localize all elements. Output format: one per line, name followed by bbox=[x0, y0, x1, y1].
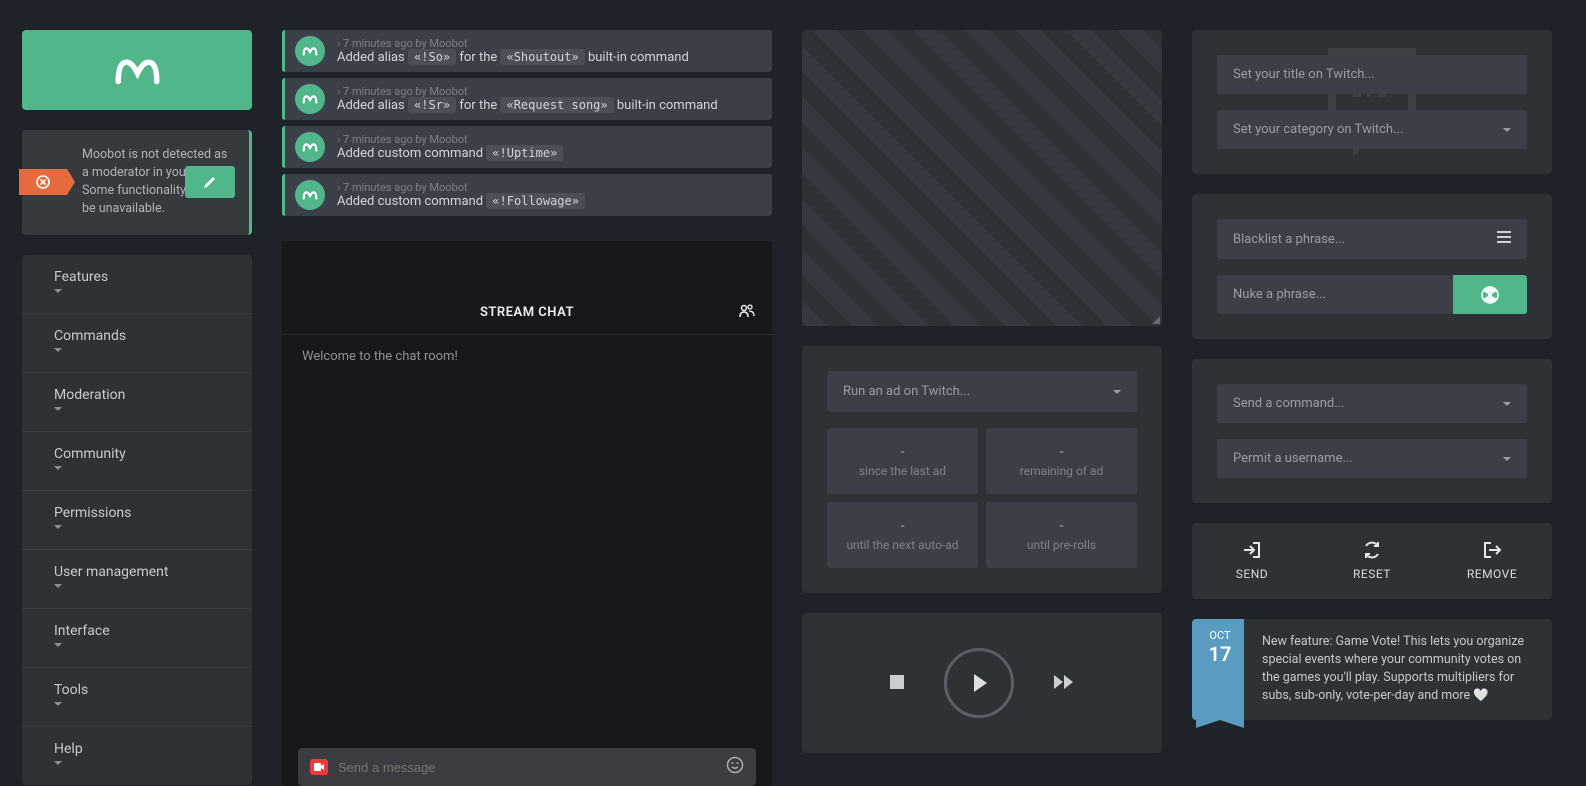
log-row[interactable]: › 7 minutes ago by Moobot Added alias «!… bbox=[282, 30, 772, 72]
users-icon[interactable] bbox=[738, 302, 756, 324]
warning-card: Moobot is not detected as a moderator in… bbox=[22, 130, 252, 235]
log-text: Added alias «!So» for the «Shoutout» bui… bbox=[337, 50, 762, 65]
media-panel bbox=[802, 613, 1162, 753]
avatar bbox=[295, 180, 325, 210]
chevron-down-icon bbox=[54, 407, 62, 411]
chevron-down-icon bbox=[54, 643, 62, 647]
nuke-button[interactable] bbox=[1453, 275, 1527, 314]
log-row[interactable]: › 7 minutes ago by Moobot Added custom c… bbox=[282, 174, 772, 216]
nav-commands[interactable]: Commands bbox=[22, 314, 252, 373]
chevron-down-icon bbox=[54, 761, 62, 765]
nav-help[interactable]: Help bbox=[22, 727, 252, 785]
warning-badge-icon bbox=[19, 169, 67, 195]
fix-warning-button[interactable] bbox=[185, 166, 235, 198]
record-icon bbox=[310, 759, 328, 775]
chat-messages: Welcome to the chat room! bbox=[282, 335, 772, 736]
chevron-down-icon bbox=[54, 584, 62, 588]
nav-permissions[interactable]: Permissions bbox=[22, 491, 252, 550]
nav-moderation[interactable]: Moderation bbox=[22, 373, 252, 432]
ad-stat: -remaining of ad bbox=[986, 428, 1137, 494]
log-row[interactable]: › 7 minutes ago by Moobot Added alias «!… bbox=[282, 78, 772, 120]
title-input[interactable]: Set your title on Twitch... bbox=[1217, 55, 1527, 94]
chat-text-input[interactable] bbox=[338, 760, 716, 775]
chevron-down-icon bbox=[1503, 128, 1511, 132]
log-text: Added custom command «!Followage» bbox=[337, 194, 762, 209]
news-card[interactable]: OCT 17 New feature: Game Vote! This lets… bbox=[1192, 619, 1552, 720]
chevron-down-icon bbox=[54, 525, 62, 529]
ad-panel: Run an ad on Twitch... -since the last a… bbox=[802, 346, 1162, 593]
chevron-down-icon bbox=[1503, 457, 1511, 461]
chevron-down-icon bbox=[54, 466, 62, 470]
run-ad-select[interactable]: Run an ad on Twitch... bbox=[827, 371, 1137, 412]
chevron-down-icon bbox=[54, 702, 62, 706]
send-command-select[interactable]: Send a command... bbox=[1217, 384, 1527, 423]
blacklist-panel: Blacklist a phrase... Nuke a phrase... bbox=[1192, 194, 1552, 339]
nav-user-management[interactable]: User management bbox=[22, 550, 252, 609]
play-icon bbox=[968, 672, 990, 694]
nav-features[interactable]: Features bbox=[22, 255, 252, 314]
ad-stat: -since the last ad bbox=[827, 428, 978, 494]
commands-panel: Send a command... Permit a username... bbox=[1192, 359, 1552, 503]
chat-input[interactable] bbox=[298, 748, 756, 786]
permit-username-select[interactable]: Permit a username... bbox=[1217, 439, 1527, 478]
news-text: New feature: Game Vote! This lets you or… bbox=[1244, 619, 1552, 720]
avatar bbox=[295, 36, 325, 66]
date-ribbon: OCT 17 bbox=[1196, 619, 1244, 720]
log-text: Added alias «!Sr» for the «Request song»… bbox=[337, 98, 762, 113]
chat-header: STREAM CHAT bbox=[282, 291, 772, 335]
chevron-down-icon bbox=[54, 348, 62, 352]
ad-stat: -until the next auto-ad bbox=[827, 502, 978, 568]
reset-action[interactable]: RESET bbox=[1312, 523, 1432, 599]
nav-interface[interactable]: Interface bbox=[22, 609, 252, 668]
blacklist-input[interactable]: Blacklist a phrase... bbox=[1217, 219, 1527, 259]
avatar bbox=[295, 132, 325, 162]
forward-button[interactable] bbox=[1054, 673, 1074, 694]
pencil-icon bbox=[202, 174, 218, 190]
log-text: Added custom command «!Uptime» bbox=[337, 146, 762, 161]
menu-icon[interactable] bbox=[1497, 231, 1511, 247]
title-panel: ? Set your title on Twitch... Set your c… bbox=[1192, 30, 1552, 174]
nav-menu: Features Commands Moderation Community P… bbox=[22, 255, 252, 785]
stop-button[interactable] bbox=[890, 673, 904, 694]
nuke-icon bbox=[1481, 286, 1499, 304]
ad-stat: -until pre-rolls bbox=[986, 502, 1137, 568]
action-buttons: SEND RESET REMOVE bbox=[1192, 523, 1552, 599]
chevron-down-icon bbox=[54, 289, 62, 293]
log-row[interactable]: › 7 minutes ago by Moobot Added custom c… bbox=[282, 126, 772, 168]
chevron-down-icon bbox=[1503, 402, 1511, 406]
twitch-ghost-icon: ? bbox=[1192, 30, 1552, 174]
preview-placeholder[interactable] bbox=[802, 30, 1162, 326]
activity-log: › 7 minutes ago by Moobot Added alias «!… bbox=[282, 30, 772, 216]
moobot-logo-icon bbox=[110, 48, 165, 93]
nav-tools[interactable]: Tools bbox=[22, 668, 252, 727]
nav-community[interactable]: Community bbox=[22, 432, 252, 491]
play-button[interactable] bbox=[944, 648, 1014, 718]
category-select[interactable]: Set your category on Twitch... bbox=[1217, 110, 1527, 149]
remove-action[interactable]: REMOVE bbox=[1432, 523, 1552, 599]
login-icon bbox=[1242, 541, 1262, 559]
nuke-input[interactable]: Nuke a phrase... bbox=[1217, 275, 1453, 314]
refresh-icon bbox=[1362, 541, 1382, 559]
avatar bbox=[295, 84, 325, 114]
send-action[interactable]: SEND bbox=[1192, 523, 1312, 599]
stream-chat: STREAM CHAT Welcome to the chat room! bbox=[282, 241, 772, 786]
chevron-down-icon bbox=[1113, 390, 1121, 394]
logo[interactable] bbox=[22, 30, 252, 110]
emoji-icon[interactable] bbox=[726, 756, 744, 778]
logout-icon bbox=[1482, 541, 1502, 559]
